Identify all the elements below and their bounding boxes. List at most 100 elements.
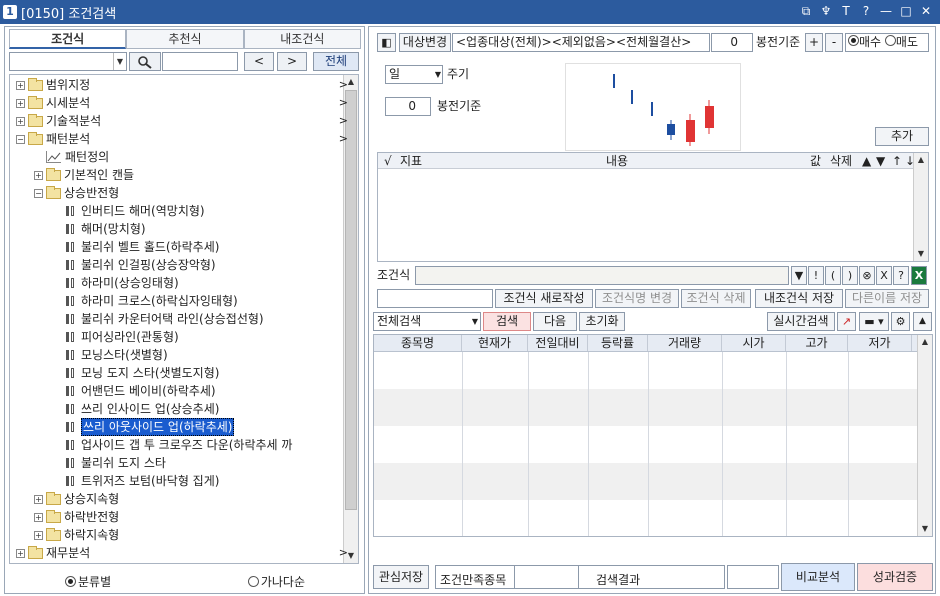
chevron-down-icon[interactable]: ▼ bbox=[113, 53, 126, 70]
tree-item[interactable]: + 재무분석 bbox=[16, 544, 90, 562]
tree-item[interactable]: 불리쉬 인걸핑(상승장악형) bbox=[64, 256, 216, 274]
expand-icon[interactable]: + bbox=[16, 80, 25, 90]
submenu-arrow-icon[interactable]: > bbox=[339, 132, 348, 145]
plus-button[interactable]: + bbox=[805, 33, 823, 52]
tree-item[interactable]: + 범위지정 bbox=[16, 76, 90, 94]
close-icon[interactable]: ✕ bbox=[918, 3, 934, 19]
condition-name-input[interactable] bbox=[377, 289, 493, 308]
search-combo[interactable]: ▼ bbox=[9, 52, 127, 71]
scroll-up-icon[interactable]: ▲ bbox=[914, 153, 928, 167]
tree-item[interactable]: 불리쉬 벨트 홀드(하락추세) bbox=[64, 238, 219, 256]
tree-item[interactable]: 모닝스타(샛별형) bbox=[64, 346, 168, 364]
tree-item[interactable]: 업사이드 갭 투 크로우즈 다운(하락추세 까 bbox=[64, 436, 292, 454]
help-icon[interactable]: ? bbox=[858, 3, 874, 19]
result-col-header[interactable]: 저가 bbox=[848, 335, 912, 351]
tree-item[interactable]: 쓰리 아웃사이드 업(하락추세) bbox=[64, 418, 235, 436]
excel-icon[interactable]: X bbox=[911, 266, 927, 285]
col-top[interactable]: ↑ bbox=[892, 153, 902, 169]
table-row[interactable] bbox=[374, 463, 918, 500]
save-favorite-button[interactable]: 관심저장 bbox=[373, 565, 429, 589]
radio-by-category[interactable]: 분류별 bbox=[65, 573, 111, 590]
col-up[interactable]: ▲ bbox=[862, 153, 871, 169]
collapse-icon[interactable]: ▲ bbox=[913, 312, 932, 331]
gear-icon[interactable]: ⚙ bbox=[891, 312, 910, 331]
scroll-up-icon[interactable]: ▲ bbox=[918, 335, 932, 349]
collapse-icon[interactable]: − bbox=[16, 134, 25, 144]
tree-scrollbar[interactable]: ▲ ▼ bbox=[343, 75, 358, 563]
tree-item[interactable]: 불리쉬 도지 스타 bbox=[64, 454, 166, 472]
not-icon[interactable]: ! bbox=[808, 266, 824, 285]
pin-icon[interactable]: ♆ bbox=[818, 3, 834, 19]
bars-spinner[interactable]: 0 bbox=[711, 33, 753, 52]
reset-button[interactable]: 초기화 bbox=[579, 312, 625, 331]
result-col-header[interactable]: 시가 bbox=[722, 335, 786, 351]
condition-expression[interactable] bbox=[415, 266, 789, 285]
expand-icon[interactable]: + bbox=[34, 170, 43, 180]
tree-item[interactable]: 모닝 도지 스타(샛별도지형) bbox=[64, 364, 219, 382]
sell-radio-label[interactable]: 매도 bbox=[896, 35, 918, 49]
add-button[interactable]: 추가 bbox=[875, 127, 929, 146]
open-paren-icon[interactable]: ( bbox=[825, 266, 841, 285]
search-button[interactable] bbox=[129, 52, 161, 71]
result-col-header[interactable]: 현재가 bbox=[462, 335, 528, 351]
help-icon[interactable]: ? bbox=[893, 266, 909, 285]
tree-item[interactable]: − 상승반전형 bbox=[34, 184, 119, 202]
radio-checked-icon[interactable] bbox=[848, 35, 859, 46]
search-input[interactable] bbox=[162, 52, 238, 71]
tree-item[interactable]: + 상승지속형 bbox=[34, 490, 119, 508]
target-change-button[interactable]: 대상변경 bbox=[399, 33, 451, 52]
submenu-arrow-icon[interactable]: > bbox=[339, 78, 348, 91]
save-as-button[interactable]: 다른이름 저장 bbox=[845, 289, 929, 308]
realtime-search-button[interactable]: 실시간검색 bbox=[767, 312, 835, 331]
result-col-header[interactable]: 종목명 bbox=[374, 335, 462, 351]
or-icon[interactable]: ⊗ bbox=[859, 266, 875, 285]
xor-icon[interactable]: X bbox=[876, 266, 892, 285]
expand-icon[interactable]: + bbox=[34, 494, 43, 504]
minimize-icon[interactable]: — bbox=[878, 3, 894, 19]
view-toggle-icon[interactable]: ▬ ▾ bbox=[859, 312, 889, 331]
tree-item[interactable]: 불리쉬 카운터어택 라인(상승접선형) bbox=[64, 310, 264, 328]
result-col-header[interactable]: 등락률 bbox=[588, 335, 648, 351]
layout-icon[interactable]: ◧ bbox=[377, 33, 396, 52]
tab-my-condition[interactable]: 내조건식 bbox=[243, 29, 361, 49]
prev-button[interactable]: < bbox=[244, 52, 274, 71]
scroll-down-icon[interactable]: ▼ bbox=[914, 247, 928, 261]
tree-item[interactable]: 해머(망치형) bbox=[64, 220, 146, 238]
expand-icon[interactable]: + bbox=[16, 98, 25, 108]
tree-item[interactable]: + 기본적인 캔들 bbox=[34, 166, 134, 184]
next-button[interactable]: > bbox=[277, 52, 307, 71]
minus-button[interactable]: - bbox=[825, 33, 843, 52]
chart-icon[interactable]: ↗ bbox=[837, 312, 856, 331]
tree-item[interactable]: 인버티드 해머(역망치형) bbox=[64, 202, 205, 220]
collapse-icon[interactable]: − bbox=[34, 188, 43, 198]
tab-recommend[interactable]: 추천식 bbox=[126, 29, 244, 49]
save-my-condition-button[interactable]: 내조건식 저장 bbox=[755, 289, 843, 308]
scroll-thumb[interactable] bbox=[345, 90, 357, 510]
table-row[interactable] bbox=[374, 426, 918, 463]
submenu-arrow-icon[interactable]: > bbox=[339, 96, 348, 109]
result-col-header[interactable]: 전일대비 bbox=[528, 335, 588, 351]
table-row[interactable] bbox=[374, 389, 918, 426]
all-button[interactable]: 전체 bbox=[313, 52, 359, 71]
search-run-button[interactable]: 검색 bbox=[483, 312, 531, 331]
table-row[interactable] bbox=[374, 500, 918, 536]
compare-analysis-button[interactable]: 비교분석 bbox=[781, 563, 855, 591]
rename-condition-button[interactable]: 조건식명 변경 bbox=[595, 289, 679, 308]
performance-verify-button[interactable]: 성과검증 bbox=[857, 563, 933, 591]
tree-item[interactable]: + 시세분석 bbox=[16, 94, 90, 112]
condition-grid-scrollbar[interactable]: ▲ ▼ bbox=[913, 153, 928, 261]
tree-item[interactable]: − 패턴분석 bbox=[16, 130, 90, 148]
tree-item[interactable]: 피어싱라인(관통형) bbox=[64, 328, 179, 346]
tree-item[interactable]: + 기술적분석 bbox=[16, 112, 101, 130]
tab-condition[interactable]: 조건식 bbox=[9, 29, 127, 49]
tree-item[interactable]: 쓰리 인사이드 업(상승추세) bbox=[64, 400, 219, 418]
expand-icon[interactable]: + bbox=[34, 530, 43, 540]
expand-icon[interactable]: + bbox=[16, 548, 25, 558]
tree-item[interactable]: 하라미(상승잉태형) bbox=[64, 274, 179, 292]
tree-item[interactable]: 하라미 크로스(하락십자잉태형) bbox=[64, 292, 238, 310]
bars-spinner-2[interactable]: 0 bbox=[385, 97, 431, 116]
tree-item[interactable]: + 하락지속형 bbox=[34, 526, 119, 544]
result-col-header[interactable]: 고가 bbox=[786, 335, 848, 351]
text-icon[interactable]: T bbox=[838, 3, 854, 19]
next-result-button[interactable]: 다음 bbox=[533, 312, 577, 331]
